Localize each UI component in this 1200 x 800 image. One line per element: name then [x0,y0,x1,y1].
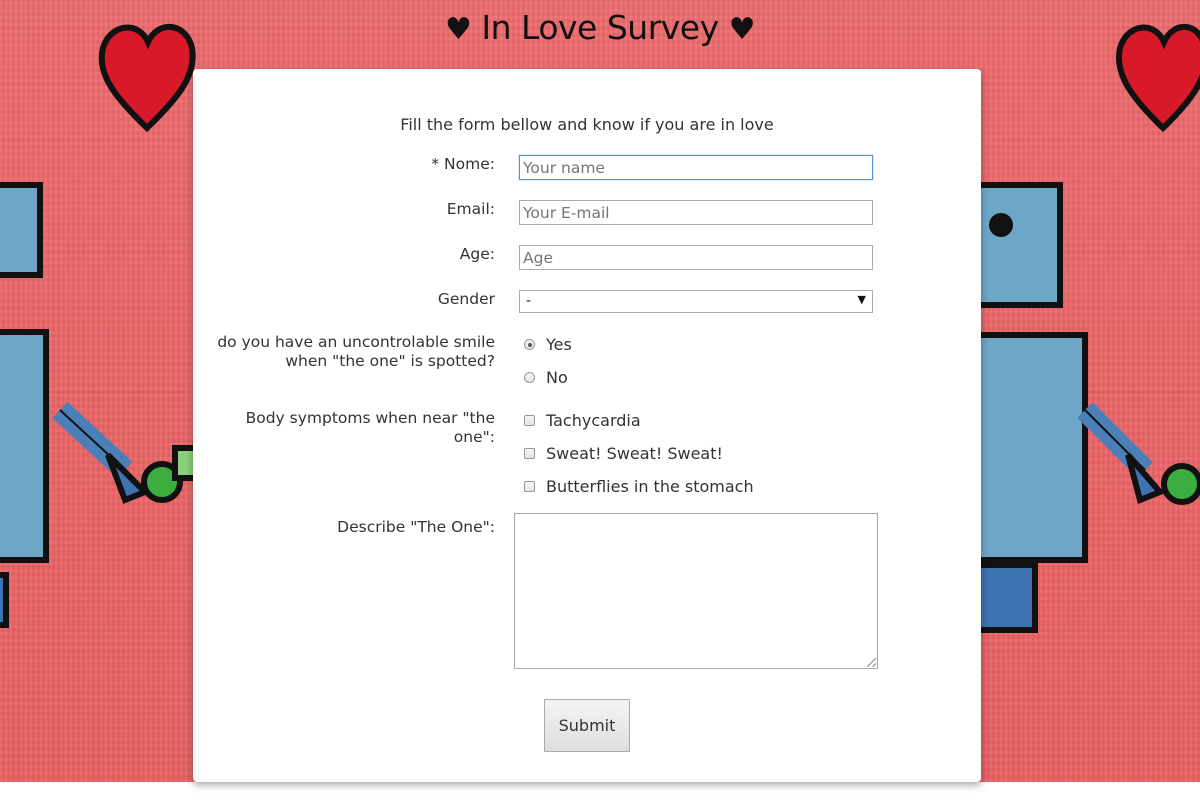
submit-button[interactable]: Submit [544,699,630,752]
smile-question-label: do you have an uncontrolable smile when … [217,333,495,370]
triangle-down-icon: ▼ [857,293,866,306]
radio-no-label: No [546,368,568,387]
gender-label: Gender [437,290,495,308]
gender-selected-value: - [526,293,532,309]
page-title: ♥ In Love Survey ♥ [0,8,1200,47]
intro-text: Fill the form bellow and know if you are… [400,115,774,134]
radio-no[interactable] [524,372,535,383]
heart-icon: ♥ [444,12,472,47]
robot-painting-right [972,182,1200,633]
page-title-text: In Love Survey [481,8,719,47]
describe-textarea[interactable] [514,513,878,669]
age-input[interactable] [519,245,873,270]
checkbox-tachycardia-label: Tachycardia [546,411,641,430]
describe-label: Describe "The One": [337,518,495,536]
checkbox-butterflies[interactable] [524,481,535,492]
name-input[interactable] [519,155,873,180]
heart-icon: ♥ [728,12,756,47]
radio-yes[interactable] [524,339,535,350]
age-label: Age: [459,245,495,263]
checkbox-butterflies-label: Butterflies in the stomach [546,477,754,496]
resize-grip-icon[interactable] [867,658,876,667]
checkbox-tachycardia[interactable] [524,415,535,426]
radio-yes-label: Yes [546,335,572,354]
gender-select[interactable]: - ▼ [519,290,873,313]
email-input[interactable] [519,200,873,225]
email-label: Email: [446,200,495,218]
name-label: * Nome: [431,155,495,173]
symptoms-label: Body symptoms when near "the one": [245,409,495,446]
checkbox-sweat-label: Sweat! Sweat! Sweat! [546,444,723,463]
robot-painting-left [0,182,208,628]
checkbox-sweat[interactable] [524,448,535,459]
